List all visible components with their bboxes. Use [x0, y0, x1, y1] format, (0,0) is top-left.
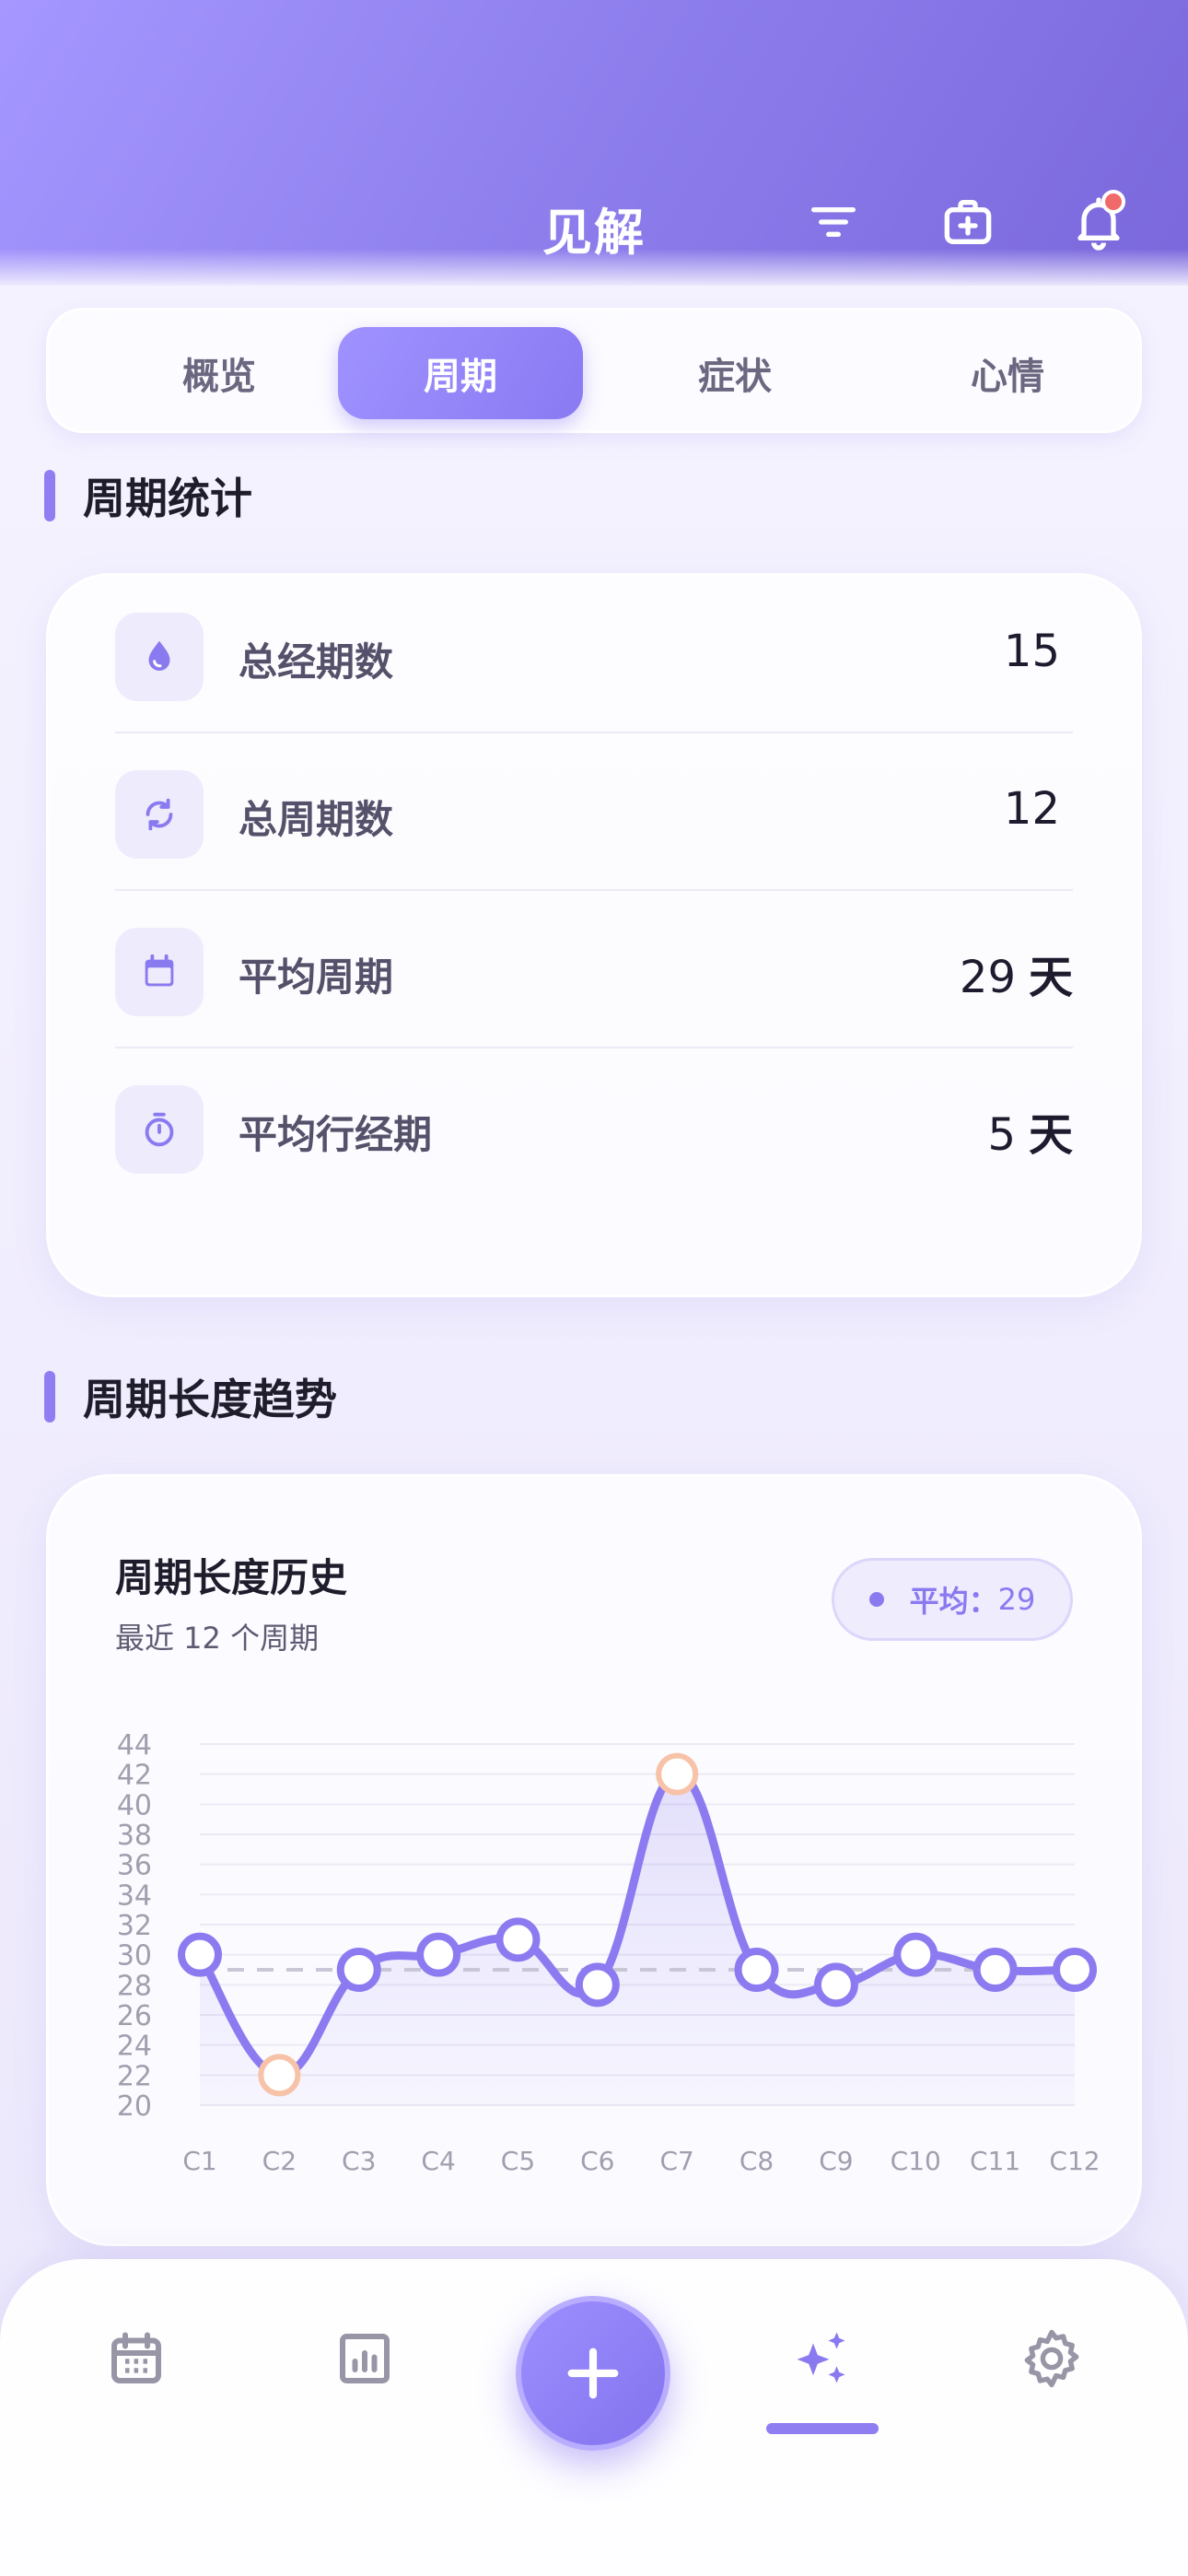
stat-row-total-cycles: 总周期数 12	[115, 733, 1073, 891]
data-point	[813, 1962, 858, 2008]
gear-icon[interactable]	[1015, 2322, 1089, 2395]
timer-icon	[115, 1085, 204, 1174]
cycle-length-chart: 20222426283032343638404244 C1 C2 C3 C4 C5 C6 C7…	[117, 1729, 1101, 2176]
data-point	[893, 1932, 938, 1977]
data-point	[734, 1948, 779, 1992]
x-tick-label: C1	[182, 2146, 216, 2176]
segmented-tabs: 概览 周期 症状 心情	[46, 308, 1142, 433]
add-icon	[567, 2348, 619, 2399]
trend-card: 周期长度历史 最近 12 个周期 平均： 29 20 22 24 26 28 30 32 34…	[46, 1474, 1142, 2246]
data-point	[336, 1948, 381, 1992]
section-title: 周期长度趋势	[83, 1375, 337, 1424]
page-title: 见解	[542, 204, 646, 262]
y-tick-label: 42	[117, 1760, 152, 1792]
stat-label: 平均行经期	[239, 1112, 433, 1157]
x-tick-label: C10	[891, 2146, 941, 2176]
y-tick-label: 38	[117, 1820, 152, 1852]
stat-row-avg-cycle: 平均周期 29 天	[115, 891, 1073, 1048]
y-tick-label: 24	[117, 2031, 152, 2063]
y-tick-label: 32	[117, 1910, 152, 1942]
section-accent-bar	[44, 1371, 55, 1423]
stat-value: 12	[1003, 783, 1060, 835]
active-tab-indicator	[766, 2423, 879, 2434]
data-point	[495, 1917, 541, 1962]
chart-icon[interactable]	[328, 2322, 402, 2395]
y-tick-label: 26	[117, 2000, 152, 2032]
stat-label: 总周期数	[239, 797, 394, 842]
stats-card: 总经期数 15 总周期数 12 平均周期 29 天 平均行经期 5天	[46, 573, 1142, 1297]
section-title: 周期统计	[83, 474, 252, 523]
x-tick-label: C6	[580, 2146, 614, 2176]
data-point	[416, 1932, 461, 1977]
stat-value: 5天	[987, 1109, 1073, 1161]
cycle-icon	[115, 770, 204, 859]
stat-label: 总经期数	[239, 639, 394, 685]
tab-symptoms[interactable]: 症状	[612, 327, 857, 419]
x-tick-label: C8	[740, 2146, 774, 2176]
stat-row-avg-period: 平均行经期 5天	[115, 1048, 1073, 1206]
x-tick-label: C12	[1049, 2146, 1100, 2176]
add-button[interactable]	[516, 2296, 670, 2451]
section-heading-trend: 周期长度趋势	[44, 1369, 337, 1424]
x-tick-label: C3	[342, 2146, 376, 2176]
calendar-icon[interactable]	[99, 2322, 173, 2395]
data-point	[178, 1932, 222, 1977]
data-point	[575, 1962, 620, 2008]
y-tick-label: 22	[117, 2060, 152, 2092]
tab-cycle[interactable]: 周期	[338, 327, 583, 419]
x-tick-label: C9	[819, 2146, 853, 2176]
stat-row-total-periods: 总经期数 15	[115, 576, 1073, 733]
tab-overview[interactable]: 概览	[97, 327, 342, 419]
y-tick-label: 34	[117, 1879, 152, 1912]
x-tick-label: C5	[501, 2146, 535, 2176]
calendar-icon	[115, 928, 204, 1016]
stat-label: 平均周期	[239, 954, 394, 1000]
notification-badge	[1101, 190, 1125, 214]
y-tick-label: 20	[117, 2090, 152, 2123]
data-point	[1053, 1948, 1097, 1992]
header: 见解	[0, 0, 1188, 286]
bottom-nav	[0, 2259, 1188, 2576]
y-tick-label: 40	[117, 1789, 152, 1821]
y-tick-label: 30	[117, 1940, 152, 1973]
filter-icon[interactable]	[801, 190, 866, 254]
series-area	[200, 1774, 1075, 2105]
y-tick-label: 36	[117, 1850, 152, 1882]
sparkle-icon[interactable]	[785, 2322, 858, 2395]
y-tick-label: 28	[117, 1970, 152, 2002]
medical-kit-icon[interactable]	[936, 190, 1000, 254]
x-tick-label: C2	[262, 2146, 297, 2176]
bell-icon[interactable]	[1066, 190, 1131, 254]
section-accent-bar	[44, 470, 55, 521]
data-point	[973, 1948, 1018, 1992]
drop-icon	[115, 613, 204, 701]
y-tick-label: 44	[117, 1729, 152, 1762]
x-tick-label: C7	[659, 2146, 693, 2176]
stat-value: 29 天	[959, 952, 1073, 1003]
section-heading-stats: 周期统计	[44, 468, 252, 523]
data-point	[656, 1752, 699, 1796]
x-tick-label: C11	[970, 2146, 1020, 2176]
data-point	[258, 2054, 301, 2097]
tab-mood[interactable]: 心情	[885, 327, 1130, 419]
x-tick-label: C4	[421, 2146, 455, 2176]
stat-value: 15	[1003, 626, 1060, 677]
